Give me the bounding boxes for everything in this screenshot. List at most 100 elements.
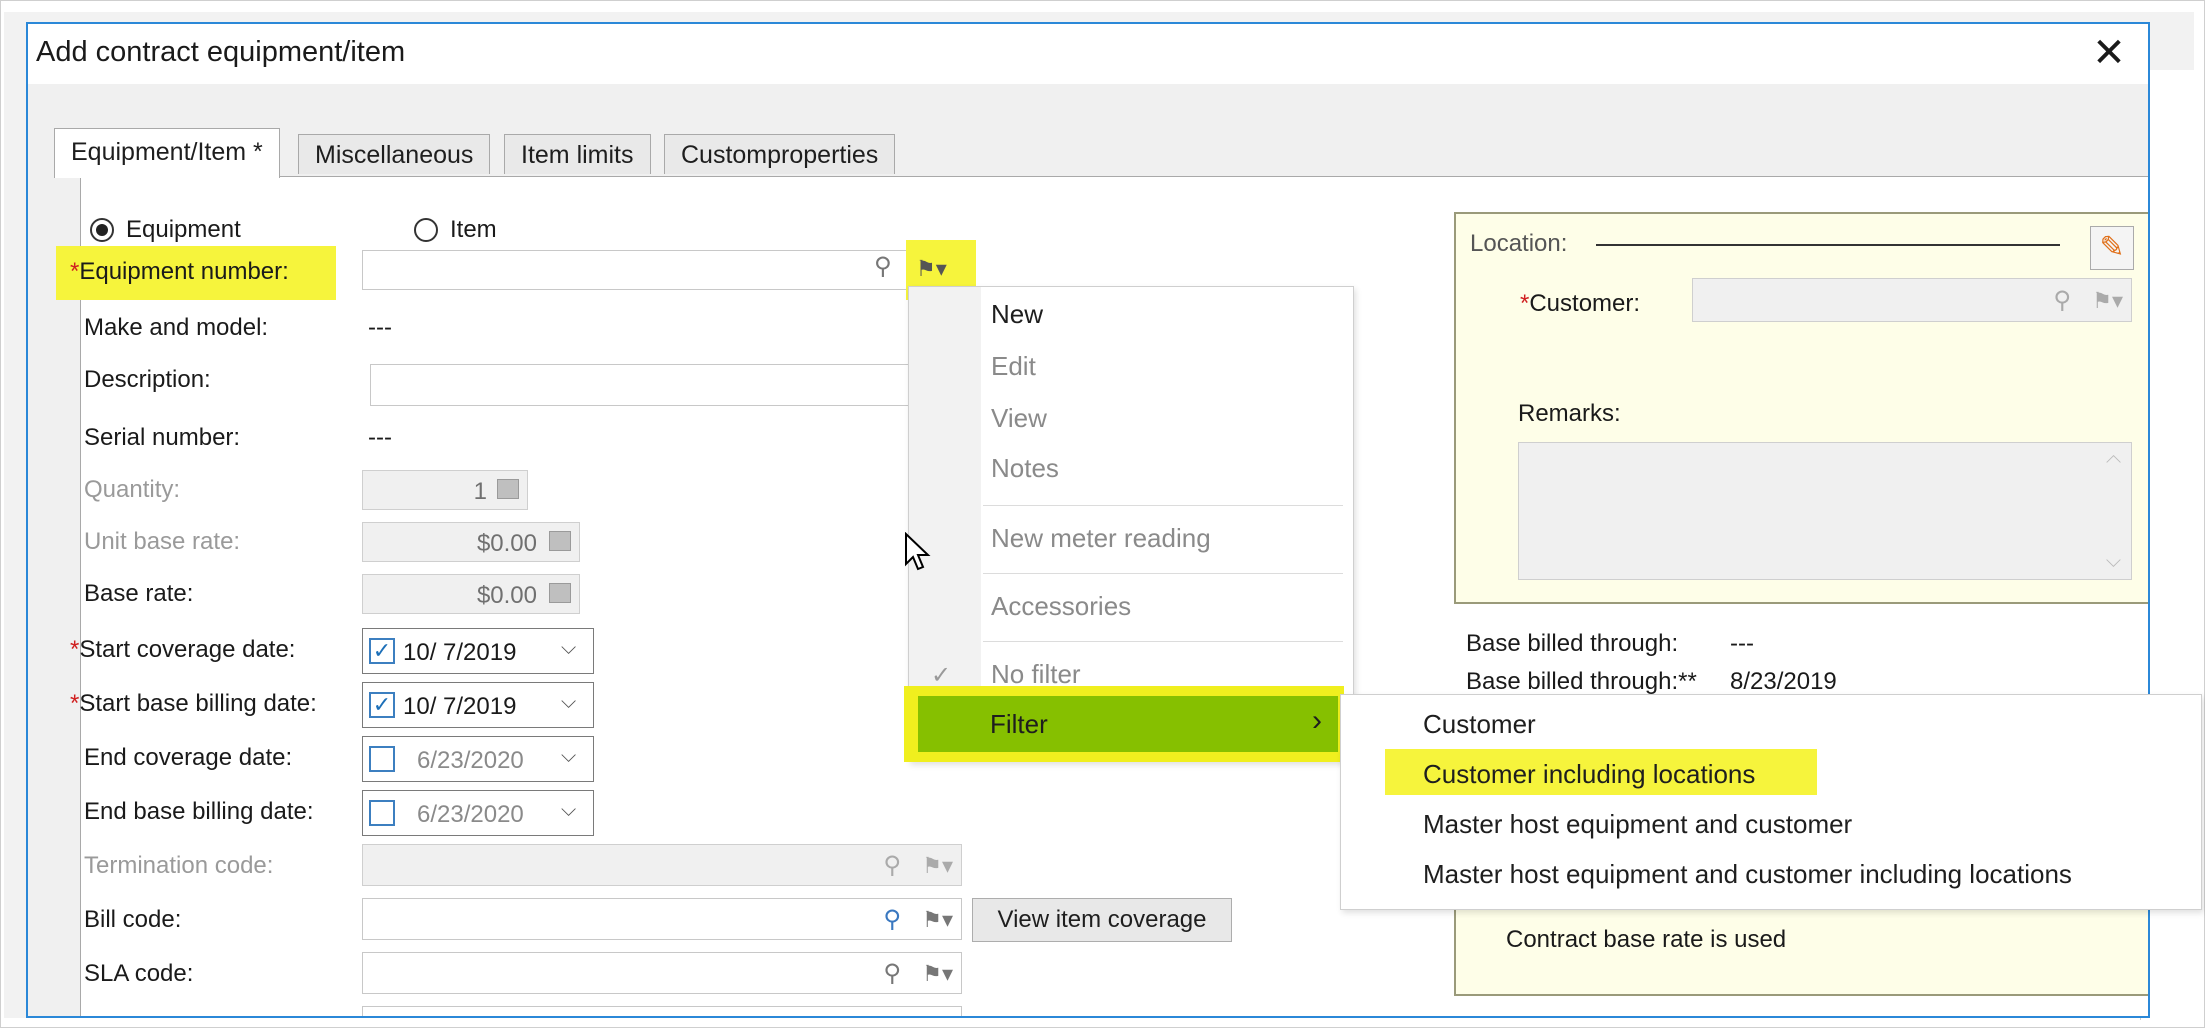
sla-code-label: SLA code: xyxy=(84,960,194,987)
serial-number-value: --- xyxy=(368,424,392,451)
location-panel: Location: ✎ *Customer: ⚲ ⚑▾ Remarks: ⌵ ⌵ xyxy=(1454,212,2148,604)
required-mark: * xyxy=(70,636,80,663)
base-rate-label: Base rate: xyxy=(84,580,194,607)
submenu-item-customer-including-locations[interactable]: Customer including locations xyxy=(1423,759,1755,790)
remarks-label: Remarks: xyxy=(1518,400,1621,427)
dialog-titlebar: Add contract equipment/item ✕ xyxy=(28,24,2148,84)
item-radio[interactable] xyxy=(414,218,438,242)
customer-label-text: Customer: xyxy=(1529,290,1641,317)
scroll-up-icon: ⌵ xyxy=(2105,450,2121,472)
end-base-billing-date-value: 6/23/2020 xyxy=(417,801,524,828)
search-icon[interactable]: ⚲ xyxy=(874,252,892,281)
start-coverage-date-value: 10/ 7/2019 xyxy=(403,639,517,666)
chevron-down-icon[interactable]: ⌵ xyxy=(561,691,576,714)
close-icon[interactable]: ✕ xyxy=(2084,28,2134,78)
tab-miscellaneous[interactable]: Miscellaneous xyxy=(298,134,491,174)
tab-equipment-item[interactable]: Equipment/Item * xyxy=(54,128,280,178)
termination-code-input: ⚲ ⚑▾ xyxy=(362,844,962,886)
end-coverage-date-checkbox[interactable] xyxy=(369,746,395,772)
dialog-title: Add contract equipment/item xyxy=(36,36,406,68)
start-coverage-date-checkbox[interactable]: ✓ xyxy=(369,638,395,664)
filter-submenu: Customer Customer including locations Ma… xyxy=(1340,694,2202,910)
end-base-billing-date-checkbox[interactable] xyxy=(369,800,395,826)
equipment-number-label-text: Equipment number: xyxy=(79,258,289,285)
submenu-item-customer[interactable]: Customer xyxy=(1423,709,1536,740)
location-title: Location: xyxy=(1470,230,1568,257)
menu-item-new[interactable]: New xyxy=(991,299,1043,330)
calculator-icon xyxy=(549,583,571,603)
base-billed-through-label: Base billed through: xyxy=(1466,630,1679,657)
description-input[interactable] xyxy=(370,364,930,406)
submenu-item-master-host-equipment-locations[interactable]: Master host equipment and customer inclu… xyxy=(1423,859,2072,890)
quantity-label: Quantity: xyxy=(84,476,181,503)
chevron-right-icon: › xyxy=(1312,704,1322,737)
serial-number-label: Serial number: xyxy=(84,424,241,451)
calculator-icon xyxy=(497,479,519,499)
required-mark: * xyxy=(70,690,80,717)
base-billed-through-value: --- xyxy=(1730,630,1754,657)
search-icon: ⚲ xyxy=(883,852,901,879)
edit-pencil-icon[interactable]: ✎ xyxy=(2090,226,2134,270)
menu-separator xyxy=(983,641,1343,642)
chevron-down-icon[interactable]: ⌵ xyxy=(561,637,576,660)
equipment-number-input[interactable] xyxy=(362,250,922,290)
contract-note: Contract base rate is used xyxy=(1506,926,1787,953)
equipment-radio-label: Equipment xyxy=(126,216,241,243)
start-base-billing-date-picker[interactable]: ✓ 10/ 7/2019 ⌵ xyxy=(362,682,594,728)
chevron-down-icon[interactable]: ⌵ xyxy=(561,745,576,768)
required-mark: * xyxy=(70,258,80,285)
make-model-value: --- xyxy=(368,314,392,341)
menu-item-notes[interactable]: Notes xyxy=(991,453,1059,484)
search-icon[interactable]: ⚲ xyxy=(883,959,901,988)
flag-dropdown-icon[interactable]: ⚑▾ xyxy=(922,907,953,933)
flag-dropdown-icon[interactable]: ⚑▾ xyxy=(922,961,953,987)
menu-item-accessories[interactable]: Accessories xyxy=(991,591,1131,622)
equipment-radio[interactable] xyxy=(90,218,114,242)
location-divider xyxy=(1596,244,2060,246)
base-billed-through-2-label: Base billed through:** xyxy=(1466,668,1697,695)
start-coverage-date-label: *Start coverage date: xyxy=(70,636,295,664)
search-icon[interactable]: ⚲ xyxy=(883,905,901,934)
tab-item-limits[interactable]: Item limits xyxy=(504,134,651,174)
submenu-item-master-host-equipment[interactable]: Master host equipment and customer xyxy=(1423,809,1852,840)
chevron-down-icon[interactable]: ⌵ xyxy=(561,799,576,822)
end-base-billing-date-picker[interactable]: 6/23/2020 ⌵ xyxy=(362,790,594,836)
start-base-billing-date-checkbox[interactable]: ✓ xyxy=(369,692,395,718)
quantity-input: 1 xyxy=(362,470,528,510)
next-field-input[interactable] xyxy=(362,1006,962,1016)
bill-code-label: Bill code: xyxy=(84,906,182,933)
customer-input: ⚲ ⚑▾ xyxy=(1692,278,2132,322)
scroll-down-icon: ⌵ xyxy=(2105,550,2121,572)
termination-code-label: Termination code: xyxy=(84,852,274,879)
menu-item-filter-label: Filter xyxy=(990,709,1048,739)
flag-dropdown-icon[interactable]: ⚑▾ xyxy=(916,256,947,282)
tab-customproperties[interactable]: Customproperties xyxy=(664,134,896,174)
unit-base-rate-input: $0.00 xyxy=(362,522,580,562)
menu-item-edit[interactable]: Edit xyxy=(991,351,1036,382)
base-rate-value: $0.00 xyxy=(476,582,537,609)
start-base-billing-date-label-text: Start base billing date: xyxy=(79,690,317,717)
calculator-icon xyxy=(549,531,571,551)
bill-code-input[interactable]: ⚲ ⚑▾ xyxy=(362,898,962,940)
start-coverage-date-label-text: Start coverage date: xyxy=(79,636,296,663)
flag-dropdown-icon: ⚑▾ xyxy=(922,853,953,878)
start-coverage-date-picker[interactable]: ✓ 10/ 7/2019 ⌵ xyxy=(362,628,594,674)
menu-separator xyxy=(983,573,1343,574)
flag-dropdown-icon: ⚑▾ xyxy=(2092,288,2123,313)
start-base-billing-date-value: 10/ 7/2019 xyxy=(403,693,517,720)
unit-base-rate-value: $0.00 xyxy=(476,530,537,557)
end-coverage-date-label: End coverage date: xyxy=(84,744,293,771)
customer-label: *Customer: xyxy=(1520,290,1640,318)
required-mark: * xyxy=(1520,290,1530,317)
menu-item-new-meter-reading[interactable]: New meter reading xyxy=(991,523,1211,554)
view-item-coverage-button[interactable]: View item coverage xyxy=(972,898,1232,942)
end-coverage-date-picker[interactable]: 6/23/2020 ⌵ xyxy=(362,736,594,782)
remarks-textarea: ⌵ ⌵ xyxy=(1518,442,2132,580)
quantity-value: 1 xyxy=(473,478,487,505)
menu-item-view[interactable]: View xyxy=(991,403,1047,434)
unit-base-rate-label: Unit base rate: xyxy=(84,528,241,555)
menu-item-filter[interactable]: Filter › xyxy=(918,696,1338,752)
end-coverage-date-value: 6/23/2020 xyxy=(417,747,524,774)
base-billed-through-2-value: 8/23/2019 xyxy=(1730,668,1837,695)
sla-code-input[interactable]: ⚲ ⚑▾ xyxy=(362,952,962,994)
